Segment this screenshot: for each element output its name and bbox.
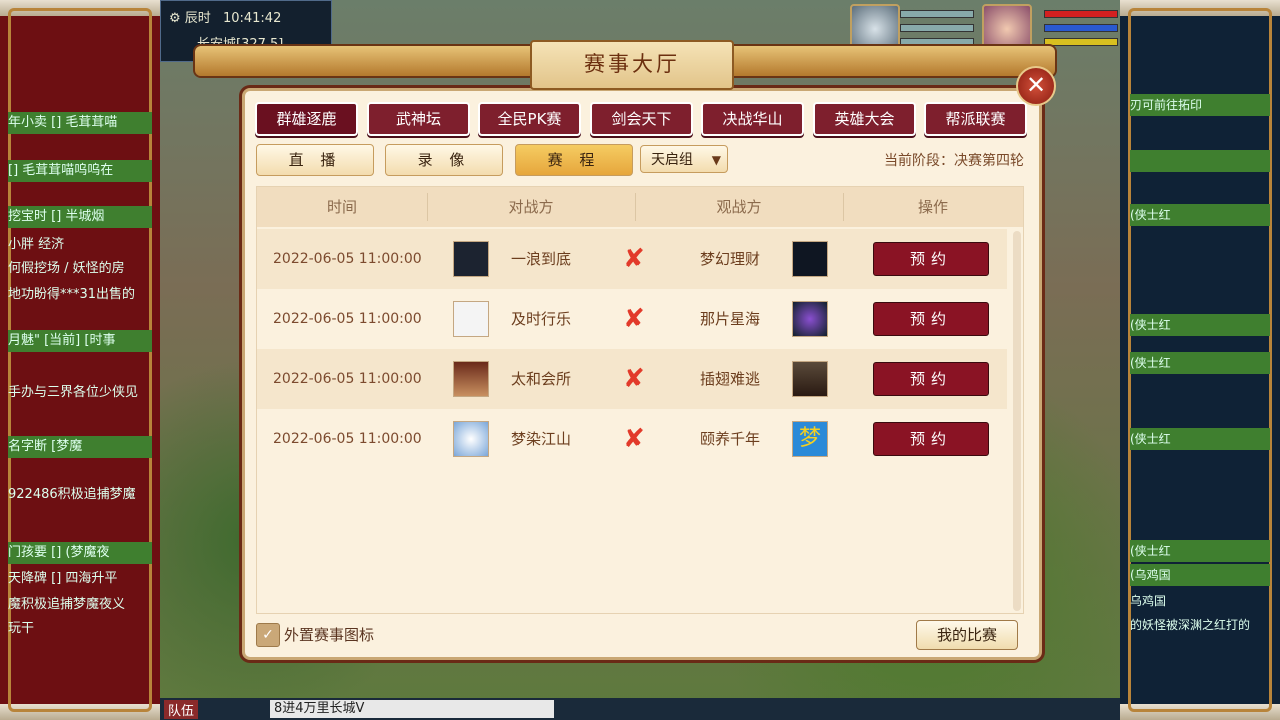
match-time: 2022-06-05 11:00:00 — [273, 371, 422, 387]
team-away: 插翅难逃 — [700, 370, 761, 388]
my-games-button[interactable]: 我的比赛 — [916, 620, 1018, 650]
col-teams: 对战方 — [508, 198, 554, 216]
team-logo — [453, 421, 489, 457]
book-button[interactable]: 预约 — [873, 422, 989, 456]
team-home: 一浪到底 — [511, 250, 572, 268]
chat-line: 小胖 经济 — [8, 237, 65, 252]
team-logo — [453, 241, 489, 277]
pet-hp-bar — [900, 10, 974, 18]
pet-mp-bar — [900, 24, 974, 32]
chat-line — [1130, 150, 1270, 172]
team-away: 梦幻理财 — [700, 250, 761, 268]
chat-line: 的妖怪被深渊之红打的 — [1130, 618, 1251, 632]
chat-line: (侠士红 — [1130, 352, 1270, 374]
chat-line: 地功盼得***31出售的 — [8, 287, 136, 302]
table-row: 2022-06-05 11:00:00 及时行乐 ✘ 那片星海 预约 — [257, 289, 1007, 349]
col-action: 操作 — [917, 198, 948, 216]
match-time: 2022-06-05 11:00:00 — [273, 311, 422, 327]
team-away: 那片星海 — [700, 310, 761, 328]
team-logo — [792, 361, 828, 397]
close-button[interactable]: ✕ — [1016, 66, 1056, 106]
player-anger-bar — [1044, 38, 1118, 46]
versus-icon: ✘ — [623, 364, 645, 394]
match-time: 2022-06-05 11:00:00 — [273, 251, 422, 267]
chat-line: 月魅" [当前] [时事 — [8, 330, 152, 352]
portraits — [848, 4, 1120, 54]
schedule-table: 时间 对战方 观战方 操作 2022-06-05 11:00:00 一浪到底 ✘… — [256, 186, 1024, 614]
chat-line: 玩干 — [8, 621, 35, 636]
team-away: 颐养千年 — [700, 430, 761, 448]
chat-line: 挖宝时 [] 半城烟 — [8, 206, 152, 228]
chat-line: 刃可前往拓印 — [1130, 94, 1270, 116]
tab-schedule[interactable]: 赛 程 — [515, 144, 633, 176]
book-button[interactable]: 预约 — [873, 302, 989, 336]
chat-line: (侠士红 — [1130, 428, 1270, 450]
player-hp-bar — [1044, 10, 1118, 18]
table-row: 2022-06-05 11:00:00 一浪到底 ✘ 梦幻理财 预约 — [257, 229, 1007, 289]
team-logo: 梦 — [792, 421, 828, 457]
team-home: 梦染江山 — [511, 430, 572, 448]
match-time: 2022-06-05 11:00:00 — [273, 431, 422, 447]
table-row: 2022-06-05 11:00:00 梦染江山 ✘ 颐养千年 梦 预约 — [257, 409, 1007, 469]
chat-panel-right[interactable]: 刃可前往拓印 (侠士红 (侠士红 (侠士红 (侠士红 (侠士红 (乌鸡国 乌鸡国… — [1120, 0, 1280, 720]
time-period: 辰时 — [184, 11, 211, 26]
book-button[interactable]: 预约 — [873, 242, 989, 276]
chat-line: (侠士红 — [1130, 540, 1270, 562]
chat-line: 乌鸡国 — [1130, 594, 1167, 608]
col-time: 时间 — [326, 198, 357, 216]
chat-line: 何假挖场 / 妖怪的房 — [8, 261, 125, 276]
chat-input[interactable]: 8进4万里长城V — [270, 700, 554, 718]
show-icon-checkbox[interactable]: ✓ — [256, 623, 280, 647]
chat-line: 天降碑 [] 四海升平 — [8, 571, 118, 586]
tab-category-1[interactable]: 群雄逐鹿 — [255, 102, 358, 136]
bottom-bar: 队伍 8进4万里长城V — [160, 698, 1120, 720]
book-button[interactable]: 预约 — [873, 362, 989, 396]
clock: ⚙ 辰时 10:41:42 — [169, 7, 281, 26]
pet-exp-bar — [900, 38, 974, 46]
group-dropdown[interactable]: 天启组 ▼ — [640, 145, 728, 173]
versus-icon: ✘ — [623, 304, 645, 334]
chat-line: [] 毛茸茸喵呜呜在 — [8, 160, 152, 182]
scrollbar[interactable] — [1013, 231, 1021, 611]
chat-panel-left[interactable]: 年小卖 [] 毛茸茸喵 [] 毛茸茸喵呜呜在 挖宝时 [] 半城烟 小胖 经济 … — [0, 0, 160, 720]
table-row: 2022-06-05 11:00:00 太和会所 ✘ 插翅难逃 预约 — [257, 349, 1007, 409]
chat-line: 年小卖 [] 毛茸茸喵 — [8, 112, 152, 134]
chat-line: (乌鸡国 — [1130, 564, 1270, 586]
chat-line: 名字断 [梦魔 — [8, 436, 152, 458]
player-mp-bar — [1044, 24, 1118, 32]
chat-line: (侠士红 — [1130, 204, 1270, 226]
team-home: 太和会所 — [511, 370, 572, 388]
team-logo — [453, 301, 489, 337]
chat-line: (侠士红 — [1130, 314, 1270, 336]
table-header: 时间 对战方 观战方 操作 — [257, 187, 1023, 227]
group-dropdown-value: 天启组 — [651, 152, 693, 168]
show-icon-label: 外置赛事图标 — [284, 626, 375, 644]
tab-category-2[interactable]: 武神坛 — [367, 102, 470, 136]
col-spectate: 观战方 — [716, 198, 762, 216]
team-button[interactable]: 队伍 — [164, 700, 199, 719]
team-logo — [792, 241, 828, 277]
chat-line: 922486积极追捕梦魔 — [8, 487, 136, 502]
dialog-title: 赛事大厅 — [530, 40, 734, 90]
team-logo — [792, 301, 828, 337]
tab-replay[interactable]: 录 像 — [385, 144, 503, 176]
current-stage: 当前阶段：决赛第四轮 — [884, 153, 1024, 169]
chat-line: 手办与三界各位少侠见 — [8, 385, 139, 400]
team-home: 及时行乐 — [511, 310, 572, 328]
tab-live[interactable]: 直 播 — [256, 144, 374, 176]
versus-icon: ✘ — [623, 424, 645, 454]
tab-category-6[interactable]: 英雄大会 — [813, 102, 916, 136]
chat-line: 门孩要 [] (梦魔夜 — [8, 542, 152, 564]
tab-category-7[interactable]: 帮派联赛 — [924, 102, 1027, 136]
chevron-down-icon: ▼ — [711, 153, 721, 167]
clock-time: 10:41:42 — [222, 11, 282, 26]
chat-line: 魔积极追捕梦魔夜义 — [8, 597, 126, 612]
versus-icon: ✘ — [623, 244, 645, 274]
gear-icon[interactable]: ⚙ — [169, 11, 181, 26]
tab-category-4[interactable]: 剑会天下 — [590, 102, 693, 136]
tab-category-5[interactable]: 决战华山 — [701, 102, 804, 136]
tab-category-3[interactable]: 全民PK赛 — [478, 102, 581, 136]
team-logo — [453, 361, 489, 397]
